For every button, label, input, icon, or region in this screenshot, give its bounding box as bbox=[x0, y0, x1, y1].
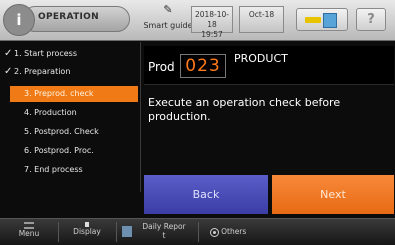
step-postprod-check[interactable]: 5. Postprod. Check bbox=[4, 124, 138, 140]
step-postprod-proc[interactable]: 6. Postprod. Proc. bbox=[4, 143, 138, 159]
step-label: 2. Preparation bbox=[14, 67, 71, 76]
date-display: 2018-10-18 19:57 bbox=[191, 6, 233, 39]
product-bar: Prod 023 PRODUCT bbox=[144, 46, 394, 85]
nav-daily-report-sub: t bbox=[162, 231, 166, 240]
process-step-list: ✓ 1. Start process ✓ 2. Preparation 3. Pre… bbox=[0, 42, 142, 192]
bottom-nav: Menu Display Daily Repor t Others bbox=[0, 218, 395, 245]
step-label: 1. Start process bbox=[14, 49, 78, 58]
report-icon bbox=[122, 226, 132, 237]
prod-number[interactable]: 023 bbox=[180, 54, 226, 78]
nav-menu-label: Menu bbox=[18, 229, 40, 238]
step-label: 3. Preprod. check bbox=[24, 89, 94, 98]
instruction-panel: Execute an operation check before produc… bbox=[144, 88, 394, 172]
instruction-text: Execute an operation check before produc… bbox=[148, 96, 341, 123]
step-preprod-check[interactable]: 3. Preprod. check bbox=[10, 86, 138, 102]
nav-divider bbox=[116, 222, 117, 242]
status-button[interactable] bbox=[296, 8, 348, 31]
menu-icon bbox=[24, 222, 34, 229]
nav-divider bbox=[58, 222, 59, 242]
nav-divider bbox=[198, 222, 199, 242]
smart-guide-button[interactable]: ✎ Smart guide bbox=[140, 3, 196, 37]
product-title: PRODUCT bbox=[234, 52, 288, 65]
nav-others-label: Others bbox=[221, 227, 247, 236]
check-icon: ✓ bbox=[4, 48, 13, 59]
prod-label: Prod bbox=[148, 60, 175, 74]
step-end-process[interactable]: 7. End process bbox=[4, 162, 138, 178]
help-button[interactable]: ? bbox=[356, 8, 386, 31]
month-display: Oct-18 bbox=[239, 6, 284, 33]
step-start-process[interactable]: ✓ 1. Start process bbox=[4, 46, 138, 62]
step-label: 4. Production bbox=[24, 108, 77, 117]
step-preparation[interactable]: ✓ 2. Preparation bbox=[4, 64, 138, 80]
step-production[interactable]: 4. Production bbox=[4, 105, 138, 121]
date-text: 2018-10-18 bbox=[194, 10, 230, 29]
divider bbox=[140, 42, 141, 192]
tablet-icon bbox=[323, 13, 337, 28]
nav-menu[interactable]: Menu bbox=[4, 219, 54, 245]
mode-label: OPERATION bbox=[38, 12, 99, 22]
smart-guide-label: Smart guide bbox=[143, 21, 193, 30]
next-button[interactable]: Next bbox=[272, 175, 394, 214]
step-label: 6. Postprod. Proc. bbox=[24, 146, 94, 155]
pencil-icon bbox=[305, 17, 321, 23]
step-label: 7. End process bbox=[24, 165, 83, 174]
check-icon: ✓ bbox=[4, 66, 13, 77]
month-text: Oct-18 bbox=[248, 10, 275, 19]
nav-display-label: Display bbox=[73, 227, 101, 236]
nav-daily-report-label: Daily Repor bbox=[142, 222, 186, 231]
others-icon bbox=[209, 227, 219, 237]
back-button[interactable]: Back bbox=[144, 175, 268, 214]
pen-tool-icon: ✎ bbox=[163, 3, 173, 16]
step-label: 5. Postprod. Check bbox=[24, 127, 99, 136]
top-bar: i OPERATION ✎ Smart guide 2018-10-18 19:… bbox=[0, 0, 395, 41]
nav-daily-report[interactable]: Daily Repor t bbox=[118, 219, 196, 245]
info-icon[interactable]: i bbox=[3, 4, 35, 36]
nav-others[interactable]: Others bbox=[200, 219, 256, 245]
time-text: 19:57 bbox=[201, 30, 223, 39]
nav-display[interactable]: Display bbox=[62, 219, 112, 245]
